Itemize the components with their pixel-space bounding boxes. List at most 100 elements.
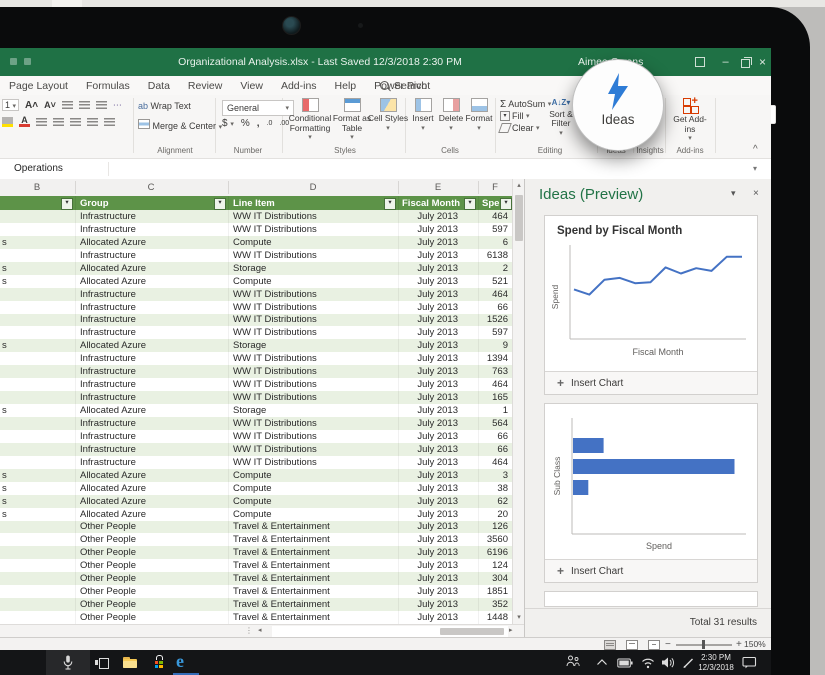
cell-ce[interactable]: July 2013	[398, 237, 478, 248]
cell-cc[interactable]: Infrastructure	[75, 457, 228, 468]
ribbon-display-options-button[interactable]	[694, 57, 705, 68]
cell-ce[interactable]: July 2013	[398, 224, 478, 235]
cell-cf[interactable]: 6	[478, 237, 512, 248]
cell-cc[interactable]: Infrastructure	[75, 211, 228, 222]
cell-ce[interactable]: July 2013	[398, 327, 478, 338]
cell-cd[interactable]: Travel & Entertainment	[228, 547, 398, 558]
tab-add-ins[interactable]: Add-ins	[272, 80, 326, 92]
cell-cf[interactable]: 6138	[478, 250, 512, 261]
search-box[interactable]: Search	[380, 78, 427, 93]
cell-cf[interactable]: 597	[478, 224, 512, 235]
filter-button[interactable]: ▾	[214, 198, 226, 210]
cell-cd[interactable]: Storage	[228, 263, 398, 274]
cell-cb[interactable]: s	[0, 340, 75, 351]
cell-cf[interactable]: 564	[478, 418, 512, 429]
header-cell-b[interactable]: ▾	[0, 196, 75, 210]
cell-cd[interactable]: WW IT Distributions	[228, 379, 398, 390]
cell-cf[interactable]: 352	[478, 599, 512, 610]
insert-chart-button[interactable]: + Insert Chart	[545, 559, 757, 582]
cell-cb[interactable]: s	[0, 276, 75, 287]
cell-ce[interactable]: July 2013	[398, 314, 478, 325]
cell-cf[interactable]: 1394	[478, 353, 512, 364]
get-addins-button[interactable]: + Get Add-ins▾	[668, 98, 712, 144]
cell-ce[interactable]: July 2013	[398, 547, 478, 558]
cell-ce[interactable]: July 2013	[398, 431, 478, 442]
cell-cd[interactable]: Travel & Entertainment	[228, 573, 398, 584]
cell-cf[interactable]: 38	[478, 483, 512, 494]
cell-cf[interactable]: 464	[478, 211, 512, 222]
normal-view-button[interactable]	[604, 640, 616, 650]
column-heading-f[interactable]: F	[480, 179, 510, 196]
show-hidden-icons-chevron[interactable]	[596, 658, 608, 666]
cell-cd[interactable]: Storage	[228, 340, 398, 351]
cell-styles-button[interactable]: Cell Styles▾	[366, 98, 410, 133]
zoom-slider-thumb[interactable]	[702, 640, 705, 649]
filter-button[interactable]: ▾	[464, 198, 476, 210]
cell-cb[interactable]: s	[0, 405, 75, 416]
increase-indent-icon[interactable]	[104, 118, 115, 126]
cell-cd[interactable]: WW IT Distributions	[228, 224, 398, 235]
column-heading-c[interactable]: C	[136, 179, 166, 196]
cell-cd[interactable]: Compute	[228, 509, 398, 520]
tab-review[interactable]: Review	[179, 80, 231, 92]
cell-cc[interactable]: Infrastructure	[75, 289, 228, 300]
currency-button[interactable]: $ ▾	[222, 118, 234, 129]
cell-cc[interactable]: Other People	[75, 560, 228, 571]
format-cells-button[interactable]: Format▾	[464, 98, 494, 133]
close-button[interactable]: ×	[757, 57, 768, 68]
quick-access-icon[interactable]	[10, 58, 17, 65]
quick-access-icon[interactable]	[24, 58, 31, 65]
cell-cc[interactable]: Allocated Azure	[75, 340, 228, 351]
cell-ce[interactable]: July 2013	[398, 263, 478, 274]
table-row[interactable]: InfrastructureWW IT DistributionsJuly 20…	[0, 301, 512, 314]
table-row[interactable]: sAllocated AzureStorageJuly 20131	[0, 404, 512, 417]
cell-ce[interactable]: July 2013	[398, 366, 478, 377]
table-row[interactable]: InfrastructureWW IT DistributionsJuly 20…	[0, 443, 512, 456]
table-row[interactable]: Other PeopleTravel & EntertainmentJuly 2…	[0, 572, 512, 585]
people-icon[interactable]	[566, 654, 580, 668]
table-row[interactable]: InfrastructureWW IT DistributionsJuly 20…	[0, 456, 512, 469]
cell-cf[interactable]: 3	[478, 470, 512, 481]
cell-ce[interactable]: July 2013	[398, 379, 478, 390]
table-row[interactable]: sAllocated AzureComputeJuly 201362	[0, 495, 512, 508]
cell-cf[interactable]: 6196	[478, 547, 512, 558]
column-heading-b[interactable]: B	[22, 179, 52, 196]
cell-cf[interactable]: 1526	[478, 314, 512, 325]
column-heading-d[interactable]: D	[298, 179, 328, 196]
cell-ce[interactable]: July 2013	[398, 534, 478, 545]
cell-cc[interactable]: Other People	[75, 586, 228, 597]
table-row[interactable]: sAllocated AzureComputeJuly 201320	[0, 508, 512, 521]
table-row[interactable]: InfrastructureWW IT DistributionsJuly 20…	[0, 249, 512, 262]
battery-icon[interactable]	[617, 657, 633, 669]
table-row[interactable]: InfrastructureWW IT DistributionsJuly 20…	[0, 210, 512, 223]
horizontal-scroll-thumb[interactable]	[440, 628, 504, 635]
formula-bar[interactable]: Operations ▾	[0, 158, 771, 181]
font-size-box[interactable]: 1 ▾	[2, 99, 19, 111]
wifi-icon[interactable]	[641, 656, 655, 669]
cell-cf[interactable]: 1	[478, 405, 512, 416]
cell-cf[interactable]: 66	[478, 431, 512, 442]
table-row[interactable]: InfrastructureWW IT DistributionsJuly 20…	[0, 378, 512, 391]
comma-style-button[interactable]: ,	[257, 118, 260, 129]
cell-cc[interactable]: Other People	[75, 534, 228, 545]
header-cell-fiscal-month[interactable]: Fiscal Month ▾	[398, 196, 478, 210]
cell-cc[interactable]: Other People	[75, 573, 228, 584]
cell-cb[interactable]: s	[0, 509, 75, 520]
table-row[interactable]: sAllocated AzureStorageJuly 20132	[0, 262, 512, 275]
cell-cf[interactable]: 2	[478, 263, 512, 274]
cell-ce[interactable]: July 2013	[398, 276, 478, 287]
cell-cd[interactable]: WW IT Distributions	[228, 327, 398, 338]
filter-button[interactable]: ▾	[61, 198, 73, 210]
cell-cf[interactable]: 1448	[478, 612, 512, 623]
cell-ce[interactable]: July 2013	[398, 444, 478, 455]
cell-cd[interactable]: WW IT Distributions	[228, 444, 398, 455]
cell-cf[interactable]: 66	[478, 302, 512, 313]
cell-cd[interactable]: Compute	[228, 237, 398, 248]
cell-ce[interactable]: July 2013	[398, 405, 478, 416]
cell-cd[interactable]: Travel & Entertainment	[228, 534, 398, 545]
cell-cf[interactable]: 597	[478, 327, 512, 338]
align-middle-icon[interactable]	[79, 101, 90, 109]
align-bottom-icon[interactable]	[96, 101, 107, 109]
cell-ce[interactable]: July 2013	[398, 392, 478, 403]
cell-cc[interactable]: Infrastructure	[75, 250, 228, 261]
